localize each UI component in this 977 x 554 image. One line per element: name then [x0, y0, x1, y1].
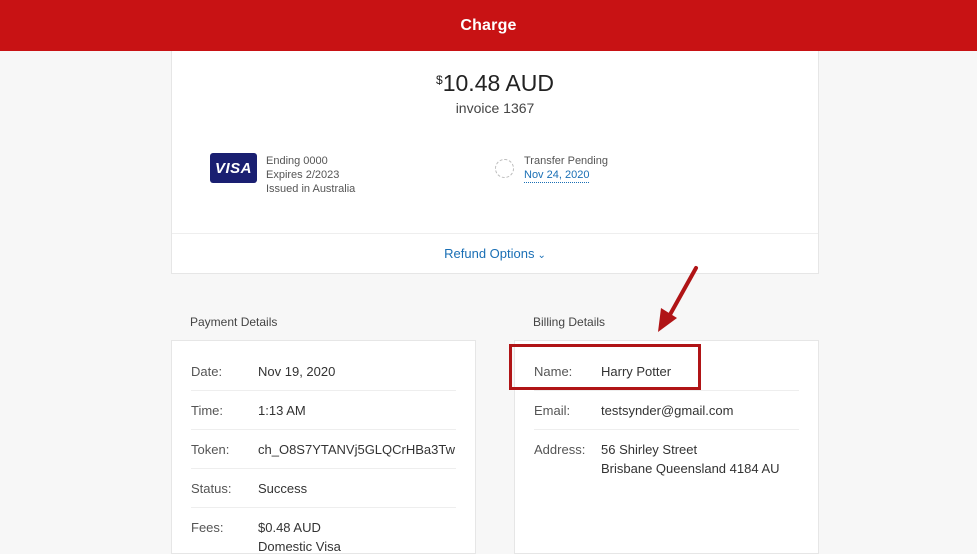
row-label: Token:: [191, 442, 230, 457]
row-label: Email:: [534, 403, 571, 418]
row-value: $0.48 AUD: [258, 520, 321, 535]
row-value: ch_O8S7YTANVj5GLQCrHBa3Tw: [258, 442, 455, 457]
row-value-secondary: Brisbane Queensland 4184 AU: [601, 461, 780, 476]
visa-card-icon: VISA: [210, 153, 257, 183]
annotation-arrow-icon: [658, 266, 698, 332]
card-expires: Expires 2/2023: [266, 169, 340, 181]
divider: [191, 507, 456, 508]
row-label: Fees:: [191, 520, 224, 535]
payment-details-title: Payment Details: [190, 315, 278, 329]
row-value: 56 Shirley Street: [601, 442, 698, 457]
invoice-number: invoice 1367: [455, 100, 535, 116]
refund-options-label: Refund Options: [444, 246, 535, 261]
row-value: 1:13 AM: [258, 403, 306, 418]
card-ending: Ending 0000: [266, 155, 328, 167]
amount-value: 10.48 AUD: [442, 70, 554, 96]
payment-details-card: Date: Nov 19, 2020 Time: 1:13 AM Token: …: [171, 340, 476, 554]
card-info: Ending 0000 Expires 2/2023 Issued in Aus…: [266, 154, 355, 196]
row-label: Date:: [191, 364, 223, 379]
annotation-highlight-box: [509, 344, 701, 390]
charge-summary-card: $10.48 AUD invoice 1367 VISA Ending 0000…: [171, 51, 819, 274]
card-issued: Issued in Australia: [266, 183, 356, 195]
billing-details-title: Billing Details: [533, 315, 606, 329]
refund-options-button[interactable]: Refund Options ⌄: [172, 246, 818, 261]
transfer-info: Transfer Pending Nov 24, 2020: [524, 154, 608, 183]
divider: [191, 390, 456, 391]
header-bar: Charge: [0, 0, 977, 51]
row-value: Success: [258, 481, 308, 496]
row-label: Address:: [534, 442, 586, 457]
charge-amount: $10.48 AUD: [172, 70, 818, 97]
row-label: Status:: [191, 481, 232, 496]
divider: [191, 468, 456, 469]
divider: [172, 233, 818, 234]
divider: [534, 390, 799, 391]
chevron-down-icon: ⌄: [537, 250, 546, 261]
page-title: Charge: [460, 16, 517, 34]
divider: [534, 429, 799, 430]
email-link[interactable]: testsynder@gmail.com: [601, 401, 733, 420]
pending-status-icon: [495, 159, 514, 178]
transfer-status: Transfer Pending: [524, 155, 608, 167]
divider: [191, 429, 456, 430]
row-label: Time:: [191, 403, 224, 418]
transfer-date-link[interactable]: Nov 24, 2020: [524, 168, 590, 183]
row-value: Nov 19, 2020: [258, 364, 336, 379]
currency-symbol: $: [436, 73, 443, 87]
row-value-secondary: Domestic Visa: [258, 539, 341, 554]
